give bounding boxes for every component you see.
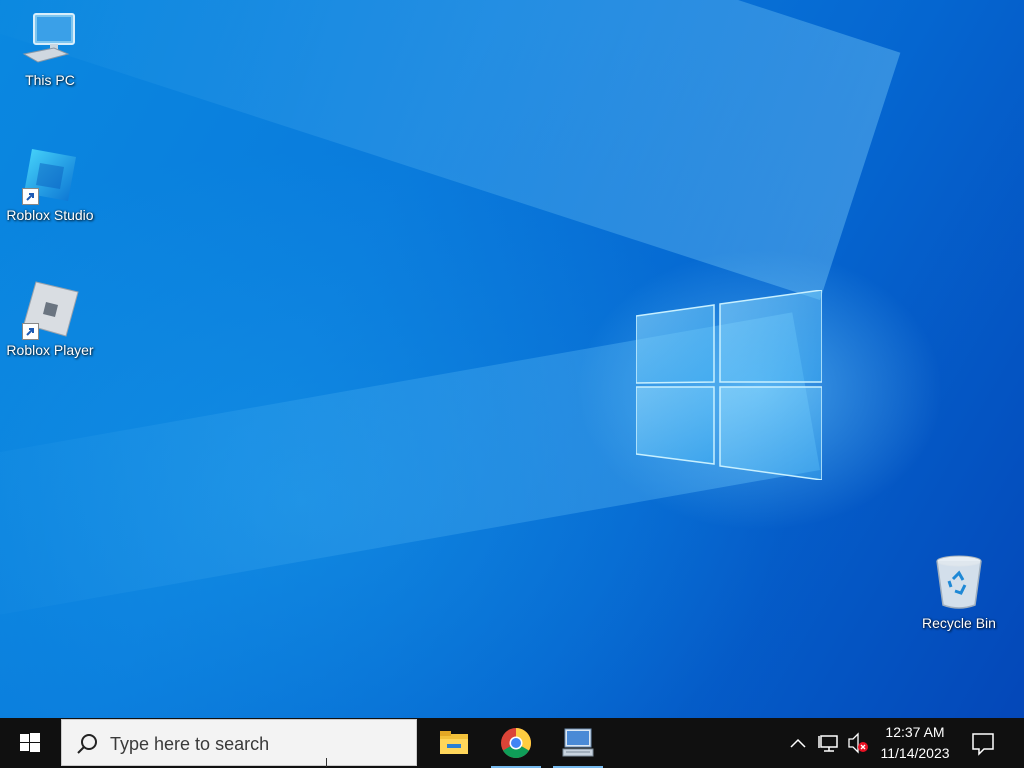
desktop-icon-label: Roblox Player <box>6 342 94 358</box>
taskbar: Type here to search 12:37 AM 11/14/2023 <box>0 718 1024 768</box>
desktop-icon-roblox-player[interactable]: Roblox Player <box>0 280 100 358</box>
volume-muted-icon <box>848 732 868 754</box>
remote-desktop-icon <box>562 728 594 757</box>
roblox-player-icon <box>20 280 80 340</box>
roblox-studio-icon <box>20 145 80 205</box>
light-beam <box>0 0 901 301</box>
desktop-icon-this-pc[interactable]: This PC <box>0 10 100 88</box>
windows-wallpaper-logo <box>636 290 822 480</box>
network-icon <box>818 735 838 752</box>
shortcut-arrow-icon <box>22 188 39 205</box>
clock-time: 12:37 AM <box>885 724 945 740</box>
network-tray-button[interactable] <box>816 718 842 768</box>
desktop-icon-label: Roblox Studio <box>6 207 94 223</box>
volume-tray-button[interactable] <box>846 718 870 768</box>
recycle-bin-icon <box>929 553 989 613</box>
search-placeholder: Type here to search <box>110 734 270 754</box>
taskbar-app-chrome[interactable] <box>491 718 541 768</box>
chevron-up-icon <box>790 738 806 748</box>
taskbar-clock[interactable]: 12:37 AM 11/14/2023 <box>870 722 960 764</box>
taskbar-app-file-explorer[interactable] <box>429 718 479 768</box>
desktop-icon-label: This PC <box>25 72 75 88</box>
chrome-icon <box>501 728 532 759</box>
taskbar-search-box[interactable]: Type here to search <box>61 719 417 767</box>
desktop-icon-roblox-studio[interactable]: Roblox Studio <box>0 145 100 223</box>
shortcut-arrow-icon <box>22 323 39 340</box>
notification-icon <box>972 733 994 756</box>
action-center-button[interactable] <box>968 718 998 768</box>
windows-start-icon <box>20 733 40 752</box>
desktop-icon-label: Recycle Bin <box>922 615 996 631</box>
desktop[interactable]: This PC Roblox Studio Roblox Player Recy… <box>0 0 1024 718</box>
clock-date: 11/14/2023 <box>880 745 950 761</box>
folder-icon <box>440 731 468 754</box>
show-hidden-icons-button[interactable] <box>786 718 810 768</box>
search-icon <box>77 734 97 754</box>
start-button[interactable] <box>0 718 60 768</box>
computer-icon <box>20 10 80 70</box>
taskbar-app-remote-desktop[interactable] <box>553 718 603 768</box>
text-cursor-icon <box>326 758 327 767</box>
desktop-icon-recycle-bin[interactable]: Recycle Bin <box>909 553 1009 631</box>
